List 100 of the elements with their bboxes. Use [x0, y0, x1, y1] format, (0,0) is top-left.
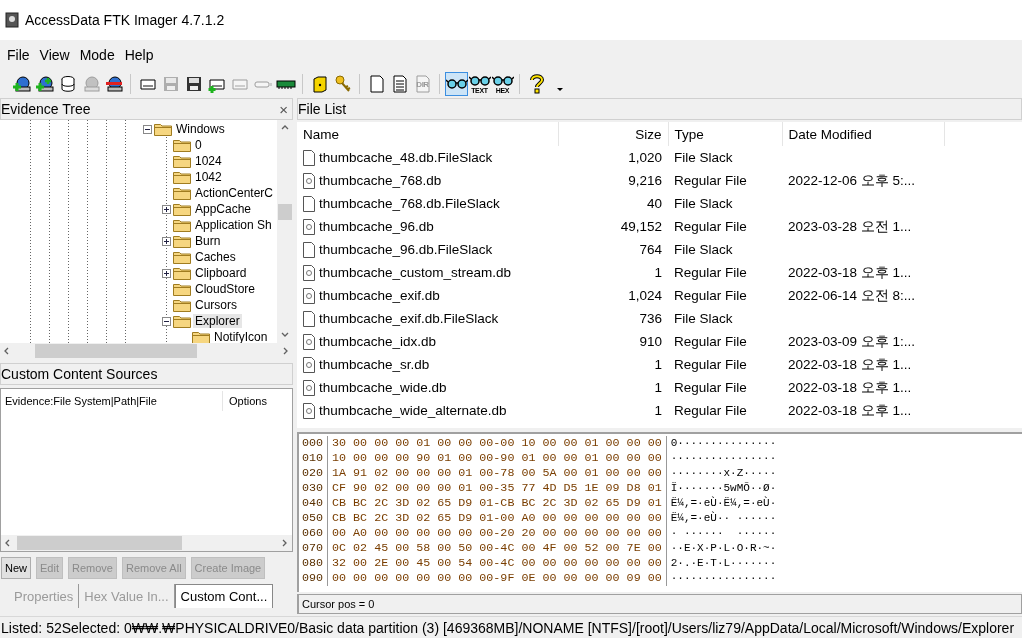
table-cell: 2022-03-18 오후 1...	[788, 379, 912, 395]
scroll-down-icon[interactable]	[281, 331, 289, 339]
tree-item[interactable]: CloudStore	[193, 282, 258, 296]
expand-icon[interactable]	[162, 268, 171, 278]
blank-file-icon	[303, 195, 315, 212]
table-cell: 2023-03-09 오후 1:...	[788, 333, 916, 349]
offset-label: 070	[299, 541, 329, 556]
collapse-icon[interactable]	[162, 316, 171, 326]
table-cell-text: 1	[653, 402, 663, 420]
folder-icon	[173, 298, 191, 312]
offset-label: 050	[299, 511, 329, 526]
table-cell-text: 49,152	[619, 218, 663, 236]
expand-icon[interactable]	[162, 204, 171, 214]
ascii-text: 0···············	[669, 436, 778, 451]
hex-bytes: 30 00 00 00 01 00 00 00-00 10 00 00 01 00 00 00	[328, 436, 667, 451]
action-button[interactable]: New	[1, 557, 31, 579]
tree-item[interactable]: NotifyIcon	[212, 330, 270, 343]
file-name[interactable]: thumbcache_wide_alternate.db	[319, 403, 507, 418]
hex-bytes: 0C 02 45 00 58 00 50 00-4C 00 4F 00 52 00 7E 00	[328, 541, 667, 556]
tree-item[interactable]: Application Sh	[193, 218, 274, 232]
table-cell: File Slack	[668, 146, 782, 169]
table-cell-text: Regular File	[673, 333, 748, 351]
hex-bytes: CB BC 2C 3D 02 65 D9 01-CB BC 2C 3D 02 65 D9 01	[328, 496, 667, 511]
table-cell-text: Regular File	[673, 264, 748, 282]
blank-file-icon	[303, 241, 315, 258]
table-cell-text: File Slack	[673, 310, 734, 328]
tree-item[interactable]: AppCache	[193, 202, 254, 216]
column-header[interactable]: Size	[558, 122, 668, 146]
menu-item[interactable]: Help	[119, 45, 159, 65]
hex-bytes: CB BC 2C 3D 02 65 D9 01-00 A0 00 00 00 00 00 00	[328, 511, 667, 526]
scroll-left-icon[interactable]	[4, 539, 12, 547]
window-title: AccessData FTK Imager 4.7.1.2	[25, 12, 225, 28]
file-icon	[303, 402, 315, 419]
tree-item[interactable]: 1024	[193, 154, 224, 168]
folder-icon	[173, 138, 191, 152]
table-cell-text: 764	[638, 241, 663, 259]
offset-label: 080	[299, 556, 329, 571]
column-header[interactable]: Name	[297, 122, 558, 146]
offset-label: 030	[299, 481, 329, 496]
close-icon[interactable]: ×	[279, 100, 288, 118]
offset-label: 010	[299, 451, 329, 466]
file-name[interactable]: thumbcache_exif.db.FileSlack	[319, 311, 499, 326]
folder-icon	[173, 170, 191, 184]
file-name[interactable]: thumbcache_sr.db	[319, 357, 430, 372]
ascii-text: Ë¼,=·eÙ·Ë¼,=·eÙ·	[669, 496, 778, 511]
folder-icon	[173, 186, 191, 200]
file-name[interactable]: thumbcache_idx.db	[319, 334, 437, 349]
scroll-thumb[interactable]	[35, 344, 197, 358]
file-name[interactable]: thumbcache_768.db.FileSlack	[319, 196, 500, 211]
table-cell-text: Regular File	[673, 379, 748, 397]
tree-item[interactable]: Cursors	[193, 298, 239, 312]
hex-bytes: 00 A0 00 00 00 00 00 00-20 20 00 00 00 00 00 00	[328, 526, 667, 541]
scroll-right-icon[interactable]	[282, 347, 290, 355]
table-cell-text: Regular File	[673, 356, 748, 374]
file-name[interactable]: thumbcache_48.db.FileSlack	[319, 150, 493, 165]
folder-icon	[173, 202, 191, 216]
file-name[interactable]: thumbcache_wide.db	[319, 380, 447, 395]
file-icon	[303, 379, 315, 396]
scroll-up-icon[interactable]	[281, 124, 289, 132]
tree-item[interactable]: Windows	[174, 122, 227, 136]
file-name[interactable]: thumbcache_96.db	[319, 219, 434, 234]
folder-icon	[173, 266, 191, 280]
file-name[interactable]: thumbcache_custom_stream.db	[319, 265, 512, 280]
tree-item[interactable]: ActionCenterC	[193, 186, 276, 200]
app-icon	[5, 12, 19, 28]
collapse-icon[interactable]	[143, 124, 152, 134]
tree-item[interactable]: 0	[193, 138, 204, 152]
folder-icon	[173, 218, 191, 232]
table-cell-text: 9,216	[627, 172, 663, 190]
tree-item[interactable]: Caches	[193, 250, 238, 264]
ascii-text: 2·.·E·T·L·······	[669, 556, 778, 571]
tree-item[interactable]: Explorer	[193, 314, 242, 328]
file-name[interactable]: thumbcache_96.db.FileSlack	[319, 242, 493, 257]
table-cell-text: 40	[645, 195, 663, 213]
glasses-icon[interactable]	[445, 72, 468, 96]
scroll-thumb[interactable]	[278, 204, 292, 220]
file-icon	[303, 218, 315, 235]
scroll-left-icon[interactable]	[3, 347, 11, 355]
ascii-text: ········x·Z·····	[669, 466, 778, 481]
menu-item[interactable]: File	[2, 45, 35, 65]
hex-bytes: 1A 91 02 00 00 00 01 00-78 00 5A 00 01 00 00 00	[328, 466, 667, 481]
hex-bytes: 00 00 00 00 00 00 00 00-9F 0E 00 00 00 00 09 00	[328, 571, 667, 586]
column-header[interactable]: Options	[223, 395, 267, 407]
column-header[interactable]: Evidence:File System|Path|File	[1, 391, 223, 411]
table-cell: 1,020	[558, 146, 668, 169]
menu-item[interactable]: View	[34, 45, 75, 65]
tree-item[interactable]: 1042	[193, 170, 224, 184]
offset-label: 000	[299, 436, 329, 451]
tree-item[interactable]: Clipboard	[193, 266, 249, 280]
column-header[interactable]: Date Modified	[782, 122, 944, 146]
tree-item[interactable]: Burn	[193, 234, 223, 248]
file-name[interactable]: thumbcache_768.db	[319, 173, 442, 188]
column-header[interactable]: Type	[668, 122, 782, 146]
folder-icon	[173, 314, 191, 328]
file-name[interactable]: thumbcache_exif.db	[319, 288, 440, 303]
scroll-thumb[interactable]	[17, 536, 182, 550]
menu-item[interactable]: Mode	[74, 45, 120, 65]
expand-icon[interactable]	[162, 236, 171, 246]
scroll-right-icon[interactable]	[281, 539, 289, 547]
tab[interactable]: Custom Cont...	[174, 584, 274, 608]
